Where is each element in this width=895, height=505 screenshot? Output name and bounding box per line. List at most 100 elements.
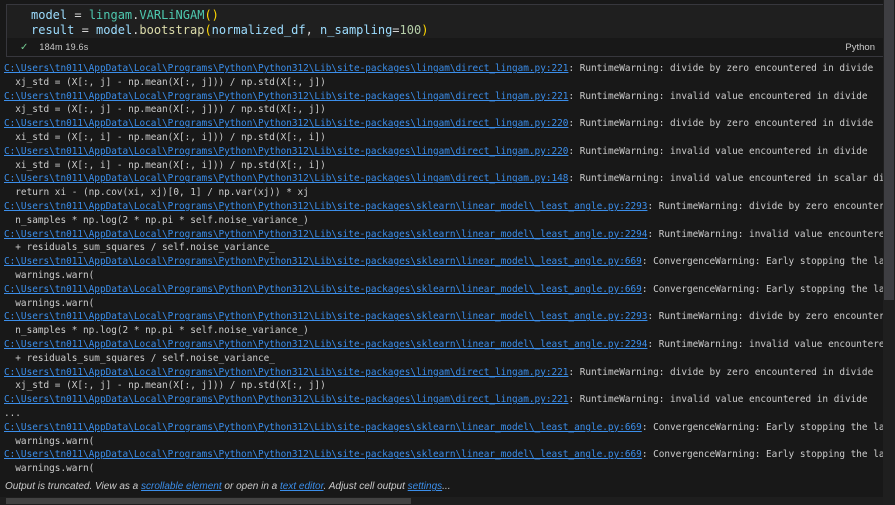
output-code-context: n_samples * np.log(2 * np.pi * self.nois…	[4, 325, 309, 336]
code-token: (	[204, 8, 211, 22]
truncation-notice-text: Output is truncated. View as a	[5, 481, 141, 492]
output-line: warnings.warn(	[4, 269, 883, 283]
warning-text: : RuntimeWarning: divide by zero encount…	[647, 201, 883, 212]
output-line: + residuals_sum_squares / self.noise_var…	[4, 241, 883, 255]
output-line: + residuals_sum_squares / self.noise_var…	[4, 352, 883, 366]
code-token: model	[31, 8, 67, 22]
cell-code-editor[interactable]: model = lingam.VARLiNGAM()result = model…	[7, 5, 883, 38]
code-token: n_sampling	[320, 23, 392, 37]
output-line: C:\Users\tn011\AppData\Local\Programs\Py…	[4, 200, 883, 214]
warning-text: : RuntimeWarning: divide by zero encount…	[568, 63, 873, 74]
output-code-context: + residuals_sum_squares / self.noise_var…	[4, 353, 275, 364]
output-line: return xi - (np.cov(xi, xj)[0, 1] / np.v…	[4, 186, 883, 200]
code-token: normalized_df	[212, 23, 306, 37]
file-path-link[interactable]: C:\Users\tn011\AppData\Local\Programs\Py…	[4, 173, 568, 184]
file-path-link[interactable]: C:\Users\tn011\AppData\Local\Programs\Py…	[4, 118, 568, 129]
output-line: C:\Users\tn011\AppData\Local\Programs\Py…	[4, 117, 883, 131]
output-line: C:\Users\tn011\AppData\Local\Programs\Py…	[4, 421, 883, 435]
cell-status-bar: ✓ 184m 19.6s Python	[7, 38, 883, 56]
file-path-link[interactable]: C:\Users\tn011\AppData\Local\Programs\Py…	[4, 229, 647, 240]
truncation-notice-text: or open in a	[222, 481, 280, 492]
output-line: C:\Users\tn011\AppData\Local\Programs\Py…	[4, 310, 883, 324]
notebook-code-cell: model = lingam.VARLiNGAM()result = model…	[6, 4, 884, 57]
warning-text: : RuntimeWarning: invalid value encounte…	[568, 91, 867, 102]
output-line: C:\Users\tn011\AppData\Local\Programs\Py…	[4, 338, 883, 352]
output-code-context: xi_std = (X[:, i] - np.mean(X[:, i])) / …	[4, 132, 326, 143]
file-path-link[interactable]: C:\Users\tn011\AppData\Local\Programs\Py…	[4, 146, 568, 157]
file-path-link[interactable]: C:\Users\tn011\AppData\Local\Programs\Py…	[4, 63, 568, 74]
warning-text: : RuntimeWarning: divide by zero encount…	[568, 367, 873, 378]
output-line: C:\Users\tn011\AppData\Local\Programs\Py…	[4, 62, 883, 76]
output-line: C:\Users\tn011\AppData\Local\Programs\Py…	[4, 393, 883, 407]
output-code-context: warnings.warn(	[4, 270, 94, 281]
output-line: xj_std = (X[:, j] - np.mean(X[:, j])) / …	[4, 379, 883, 393]
code-token: bootstrap	[139, 23, 204, 37]
horizontal-scrollbar-thumb[interactable]	[6, 498, 411, 504]
warning-text: : ConvergenceWarning: Early stopping the…	[642, 449, 883, 460]
output-code-context: xj_std = (X[:, j] - np.mean(X[:, j])) / …	[4, 77, 326, 88]
file-path-link[interactable]: C:\Users\tn011\AppData\Local\Programs\Py…	[4, 339, 647, 350]
output-line: C:\Users\tn011\AppData\Local\Programs\Py…	[4, 172, 883, 186]
code-token: =	[67, 8, 89, 22]
code-token: ,	[306, 23, 320, 37]
output-line: warnings.warn(	[4, 435, 883, 449]
file-path-link[interactable]: C:\Users\tn011\AppData\Local\Programs\Py…	[4, 449, 642, 460]
file-path-link[interactable]: C:\Users\tn011\AppData\Local\Programs\Py…	[4, 367, 568, 378]
warning-text: : ConvergenceWarning: Early stopping the…	[642, 284, 883, 295]
code-token: =	[74, 23, 96, 37]
code-token: 100	[400, 23, 422, 37]
truncation-notice-text: . Adjust cell output	[324, 481, 408, 492]
file-path-link[interactable]: C:\Users\tn011\AppData\Local\Programs\Py…	[4, 201, 647, 212]
scrollable-element-link[interactable]: scrollable element	[141, 481, 222, 492]
code-line[interactable]: model = lingam.VARLiNGAM()	[31, 8, 883, 23]
output-line: C:\Users\tn011\AppData\Local\Programs\Py…	[4, 255, 883, 269]
code-token: model	[96, 23, 132, 37]
horizontal-scrollbar[interactable]	[0, 497, 883, 505]
file-path-link[interactable]: C:\Users\tn011\AppData\Local\Programs\Py…	[4, 394, 568, 405]
output-code-context: + residuals_sum_squares / self.noise_var…	[4, 242, 275, 253]
output-line: C:\Users\tn011\AppData\Local\Programs\Py…	[4, 145, 883, 159]
code-line[interactable]: result = model.bootstrap(normalized_df, …	[31, 23, 883, 38]
code-token: (	[204, 23, 211, 37]
execution-success-icon: ✓	[20, 42, 28, 53]
output-code-context: xj_std = (X[:, j] - np.mean(X[:, j])) / …	[4, 380, 326, 391]
code-token: =	[392, 23, 399, 37]
output-line: xj_std = (X[:, j] - np.mean(X[:, j])) / …	[4, 103, 883, 117]
vertical-scrollbar-thumb[interactable]	[884, 0, 894, 300]
output-line: xj_std = (X[:, j] - np.mean(X[:, j])) / …	[4, 76, 883, 90]
output-line: C:\Users\tn011\AppData\Local\Programs\Py…	[4, 90, 883, 104]
cell-language-picker[interactable]: Python	[845, 42, 875, 53]
output-line: xi_std = (X[:, i] - np.mean(X[:, i])) / …	[4, 131, 883, 145]
code-token: )	[212, 8, 219, 22]
warning-text: : RuntimeWarning: invalid value encounte…	[647, 229, 883, 240]
file-path-link[interactable]: C:\Users\tn011\AppData\Local\Programs\Py…	[4, 256, 642, 267]
truncation-notice-text: ...	[442, 481, 450, 492]
code-token: )	[421, 23, 428, 37]
settings-link[interactable]: settings	[408, 481, 442, 492]
warning-text: : RuntimeWarning: divide by zero encount…	[647, 311, 883, 322]
warning-text: : RuntimeWarning: divide by zero encount…	[568, 118, 873, 129]
file-path-link[interactable]: C:\Users\tn011\AppData\Local\Programs\Py…	[4, 422, 642, 433]
output-code-context: n_samples * np.log(2 * np.pi * self.nois…	[4, 215, 309, 226]
output-code-context: ...	[4, 408, 21, 419]
output-code-context: xj_std = (X[:, j] - np.mean(X[:, j])) / …	[4, 104, 326, 115]
file-path-link[interactable]: C:\Users\tn011\AppData\Local\Programs\Py…	[4, 91, 568, 102]
output-line: xi_std = (X[:, i] - np.mean(X[:, i])) / …	[4, 159, 883, 173]
vertical-scrollbar[interactable]	[883, 0, 895, 505]
file-path-link[interactable]: C:\Users\tn011\AppData\Local\Programs\Py…	[4, 284, 642, 295]
warning-text: : RuntimeWarning: invalid value encounte…	[568, 173, 883, 184]
output-code-context: warnings.warn(	[4, 463, 94, 474]
code-token: result	[31, 23, 74, 37]
output-line: ...	[4, 407, 883, 421]
output-line: n_samples * np.log(2 * np.pi * self.nois…	[4, 214, 883, 228]
warning-text: : RuntimeWarning: invalid value encounte…	[647, 339, 883, 350]
warning-text: : RuntimeWarning: invalid value encounte…	[568, 146, 867, 157]
warning-text: : RuntimeWarning: invalid value encounte…	[568, 394, 867, 405]
output-code-context: return xi - (np.cov(xi, xj)[0, 1] / np.v…	[4, 187, 309, 198]
output-code-context: warnings.warn(	[4, 436, 94, 447]
text-editor-link[interactable]: text editor	[280, 481, 324, 492]
execution-duration: 184m 19.6s	[39, 42, 845, 52]
warning-text: : ConvergenceWarning: Early stopping the…	[642, 256, 883, 267]
file-path-link[interactable]: C:\Users\tn011\AppData\Local\Programs\Py…	[4, 311, 647, 322]
truncation-notice: Output is truncated. View as a scrollabl…	[0, 478, 883, 497]
